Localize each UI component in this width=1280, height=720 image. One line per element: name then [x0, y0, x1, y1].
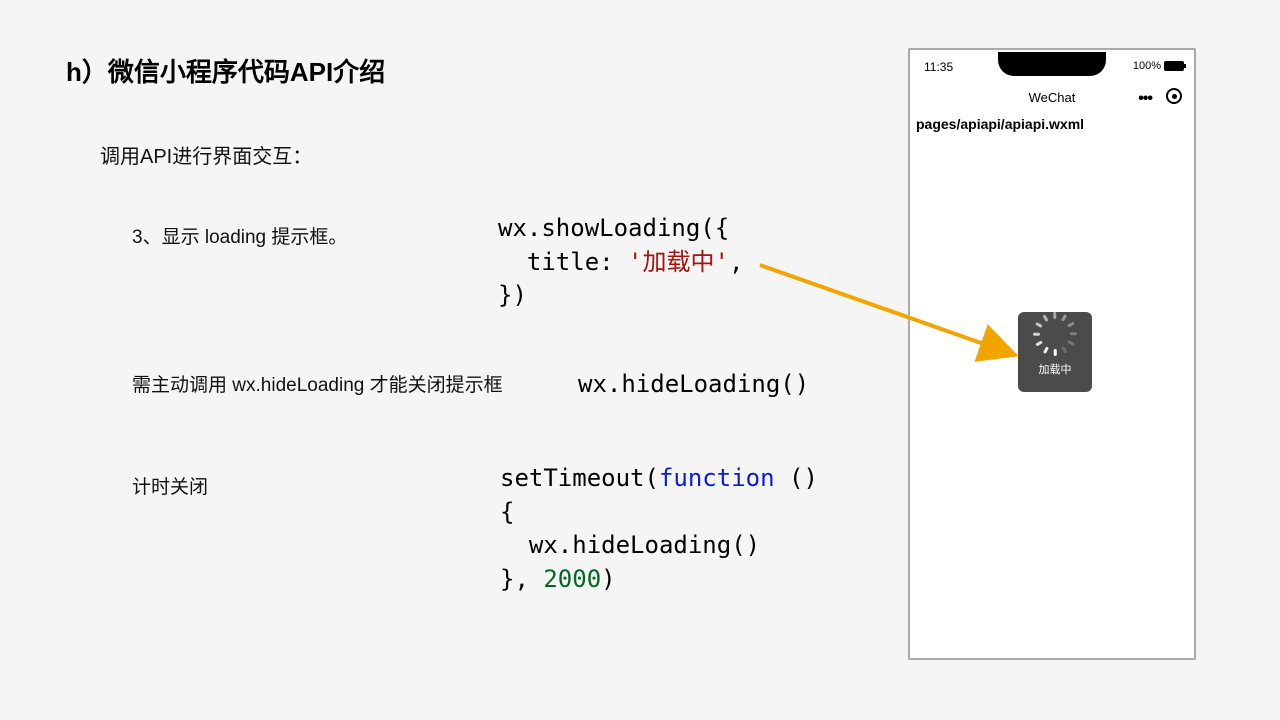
target-icon[interactable] — [1166, 88, 1182, 104]
spinner-icon — [1042, 327, 1068, 353]
status-battery: 100% — [1133, 60, 1184, 72]
loading-toast: 加载中 — [1018, 312, 1092, 392]
phone-notch — [998, 52, 1106, 76]
menu-icon[interactable]: ••• — [1138, 90, 1152, 108]
bullet-show-loading: 3、显示 loading 提示框。 — [132, 222, 347, 249]
battery-icon — [1164, 61, 1184, 71]
bullet-timeout: 计时关闭 — [132, 472, 208, 499]
code-hide-loading: wx.hideLoading() — [578, 368, 809, 402]
code-show-loading: wx.showLoading({ title: '加载中', }) — [498, 212, 743, 313]
toast-text: 加载中 — [1039, 361, 1072, 377]
slide-subtitle: 调用API进行界面交互： — [100, 140, 312, 169]
phone-preview: 11:35 100% WeChat ••• pages/apiapi/apiap… — [908, 48, 1196, 660]
code-settimeout: setTimeout(function () { wx.hideLoading(… — [500, 462, 818, 596]
slide-title: h）微信小程序代码API介绍 — [66, 52, 385, 89]
page-path: pages/apiapi/apiapi.wxml — [916, 116, 1084, 132]
status-time: 11:35 — [924, 60, 953, 74]
bullet-hide-loading: 需主动调用 wx.hideLoading 才能关闭提示框 — [132, 370, 503, 397]
